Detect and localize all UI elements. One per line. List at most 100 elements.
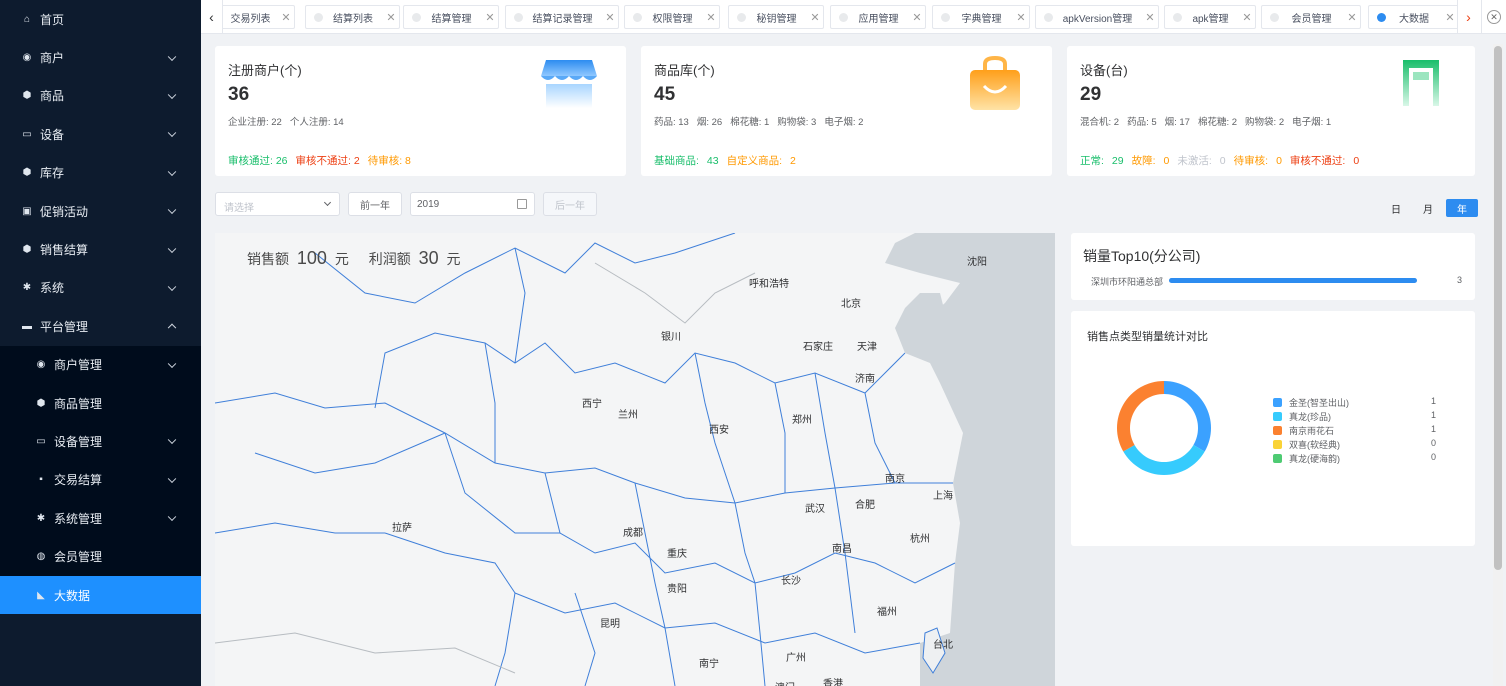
sidebar-item-5[interactable]: ▣ 促销活动 <box>0 192 201 230</box>
sidebar-item-label: 销售结算 <box>40 243 89 258</box>
city-label[interactable]: 贵阳 <box>667 580 687 595</box>
city-label[interactable]: 长沙 <box>781 572 801 587</box>
city-label[interactable]: 石家庄 <box>803 338 833 353</box>
legend-item[interactable]: 金圣(智圣出山) 1 <box>1273 395 1436 409</box>
city-label[interactable]: 昆明 <box>600 615 620 630</box>
city-label[interactable]: 成都 <box>623 524 643 539</box>
period-day-button[interactable]: 日 <box>1386 199 1406 217</box>
close-icon[interactable]: ✕ <box>602 11 618 24</box>
legend-item[interactable]: 真龙(珍品) 1 <box>1273 409 1436 423</box>
sidebar-item-sub-4[interactable]: ✱ 系统管理 <box>0 499 201 537</box>
tab-2[interactable]: 结算管理 ✕ <box>403 5 499 29</box>
sidebar-item-sub-6[interactable]: ◣ 大数据 <box>0 575 201 615</box>
city-label[interactable]: 拉萨 <box>392 519 412 534</box>
city-label[interactable]: 上海 <box>933 487 953 502</box>
sidebar-item-sub-0[interactable]: ◉ 商户管理 <box>0 346 201 384</box>
tabs-scroll-left-icon[interactable]: ‹ <box>201 0 223 33</box>
sidebar-item-8[interactable]: ▬ 平台管理 <box>0 307 201 345</box>
city-label[interactable]: 南宁 <box>699 655 719 670</box>
tab-9[interactable]: apk管理 ✕ <box>1164 5 1256 29</box>
close-icon[interactable]: ✕ <box>1013 11 1029 24</box>
year-picker[interactable]: 2019 <box>410 192 535 216</box>
tab-6[interactable]: 应用管理 ✕ <box>830 5 926 29</box>
city-label[interactable]: 重庆 <box>667 545 687 560</box>
city-label[interactable]: 南京 <box>885 470 905 485</box>
city-label[interactable]: 台北 <box>933 636 953 651</box>
legend-item[interactable]: 真龙(硬海韵) 0 <box>1273 451 1436 465</box>
tab-3[interactable]: 结算记录管理 ✕ <box>505 5 619 29</box>
sidebar-item-sub-2[interactable]: ▭ 设备管理 <box>0 422 201 460</box>
tab-1[interactable]: 结算列表 ✕ <box>305 5 400 29</box>
legend-label: 南京雨花石 <box>1289 425 1335 436</box>
sidebar-item-label: 商品管理 <box>54 396 103 411</box>
city-label[interactable]: 郑州 <box>792 411 812 426</box>
prev-year-button[interactable]: 前一年 <box>348 192 402 216</box>
sidebar-item-1[interactable]: ◉ 商户 <box>0 38 201 76</box>
city-label[interactable]: 武汉 <box>805 500 825 515</box>
sidebar-item-0[interactable]: ⌂ 首页 <box>0 0 201 38</box>
close-icon[interactable]: ✕ <box>278 11 294 24</box>
close-icon[interactable]: ✕ <box>703 11 719 24</box>
tabs-scroll-right-icon[interactable]: › <box>1457 0 1479 33</box>
close-icon[interactable]: ✕ <box>1442 11 1458 24</box>
close-icon[interactable]: ✕ <box>482 11 498 24</box>
city-label[interactable]: 南昌 <box>832 540 852 555</box>
scrollbar-thumb[interactable] <box>1494 46 1502 570</box>
sidebar-item-sub-5[interactable]: ◍ 会员管理 <box>0 537 201 575</box>
branch-select[interactable]: 请选择 <box>215 192 340 216</box>
city-label[interactable]: 北京 <box>841 295 861 310</box>
city-label[interactable]: 西宁 <box>582 395 602 410</box>
sidebar-item-3[interactable]: ▭ 设备 <box>0 115 201 153</box>
city-label[interactable]: 广州 <box>786 649 806 664</box>
tab-10[interactable]: 会员管理 ✕ <box>1261 5 1361 29</box>
tab-4[interactable]: 权限管理 ✕ <box>624 5 720 29</box>
tab-8[interactable]: apkVersion管理 ✕ <box>1035 5 1159 29</box>
city-label[interactable]: 香港 <box>823 675 843 686</box>
tab-11[interactable]: 大数据 ✕ <box>1368 5 1459 29</box>
status-item: 0 <box>1353 155 1360 167</box>
sidebar-item-6[interactable]: ⬢ 销售结算 <box>0 230 201 268</box>
donut-chart[interactable] <box>1104 368 1224 488</box>
city-label[interactable]: 兰州 <box>618 406 638 421</box>
city-label[interactable]: 合肥 <box>855 496 875 511</box>
period-month-button[interactable]: 月 <box>1418 199 1438 217</box>
city-label[interactable]: 福州 <box>877 603 897 618</box>
member-icon: ◍ <box>36 551 46 563</box>
sidebar-item-sub-3[interactable]: ▪ 交易结算 <box>0 461 201 499</box>
sales-map[interactable]: 销售额 100 元 利润额 30 元 呼和浩特 沈阳 北京 银川 石家庄 天津 济南 西宁 兰州… <box>215 233 1055 686</box>
sidebar-item-4[interactable]: ⬢ 库存 <box>0 154 201 192</box>
page-scrollbar[interactable] <box>1493 44 1503 686</box>
close-icon[interactable]: ✕ <box>1239 11 1255 24</box>
chevron-down-icon <box>323 198 332 207</box>
close-icon[interactable]: ✕ <box>807 11 823 24</box>
close-icon[interactable]: ✕ <box>383 11 399 24</box>
sidebar-item-7[interactable]: ✱ 系统 <box>0 269 201 307</box>
period-year-button[interactable]: 年 <box>1446 199 1478 217</box>
breakdown-item: 药品: 13 <box>654 117 689 128</box>
close-icon[interactable]: ✕ <box>1142 11 1158 24</box>
city-label[interactable]: 济南 <box>855 370 875 385</box>
city-label[interactable]: 呼和浩特 <box>749 275 789 290</box>
next-year-button[interactable]: 后一年 <box>543 192 597 216</box>
sidebar-item-label: 商户管理 <box>54 358 103 373</box>
legend-swatch <box>1273 425 1282 435</box>
legend-item[interactable]: 南京雨花石 1 <box>1273 423 1436 437</box>
city-label[interactable]: 银川 <box>661 328 681 343</box>
sidebar-item-2[interactable]: ⬢ 商品 <box>0 77 201 115</box>
sidebar-item-sub-1[interactable]: ⬢ 商品管理 <box>0 384 201 422</box>
city-label[interactable]: 杭州 <box>910 530 930 545</box>
city-label[interactable]: 天津 <box>857 338 877 353</box>
donut-slice-1[interactable] <box>1123 445 1205 475</box>
sidebar-item-label: 系统管理 <box>54 511 103 526</box>
close-icon[interactable]: ✕ <box>909 11 925 24</box>
city-label[interactable]: 西安 <box>709 421 729 436</box>
city-label[interactable]: 沈阳 <box>967 253 987 268</box>
donut-slice-2[interactable] <box>1117 381 1164 452</box>
close-icon[interactable]: ✕ <box>1344 11 1360 24</box>
tab-5[interactable]: 秘钥管理 ✕ <box>728 5 824 29</box>
tab-7[interactable]: 字典管理 ✕ <box>932 5 1030 29</box>
city-label[interactable]: 澳门 <box>775 679 795 686</box>
legend-item[interactable]: 双喜(软经典) 0 <box>1273 437 1436 451</box>
donut-slice-0[interactable] <box>1164 381 1211 452</box>
close-tabs-icon[interactable]: ✕ <box>1481 0 1506 33</box>
